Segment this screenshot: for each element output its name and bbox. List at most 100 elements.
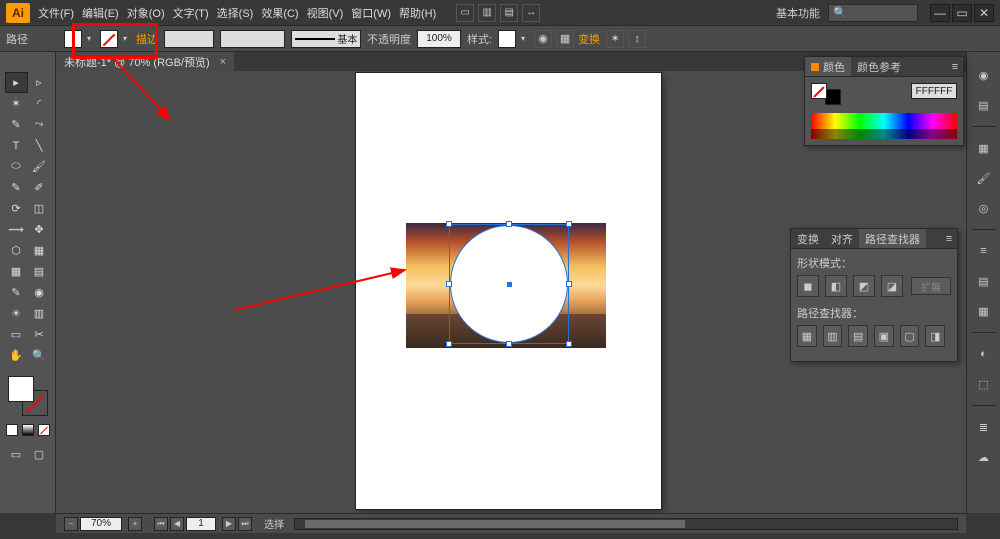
pathfinder-tab-align[interactable]: 对齐 [825,229,859,248]
zoom-in-button[interactable]: + [128,517,142,531]
eyedropper-tool[interactable]: ✎ [5,282,28,303]
shape-builder-tool[interactable]: ⬡ [5,240,28,261]
rotate-tool[interactable]: ⟳ [5,198,28,219]
perspective-grid-tool[interactable]: ▦ [28,240,51,261]
gradient-tool[interactable]: ▤ [28,261,51,282]
pathfinder-flyout-icon[interactable]: ≡ [941,233,957,245]
zoom-tool[interactable]: 🔍 [28,345,51,366]
align-icon[interactable]: ▦ [556,30,574,48]
handle-top-left[interactable] [446,221,452,227]
paintbrush-tool[interactable]: 🖌 [28,156,51,177]
width-tool[interactable]: ⟿ [5,219,28,240]
zoom-level-input[interactable]: 70% [80,517,122,531]
gradient-mode-swatch[interactable] [22,424,34,436]
recolor-artwork-icon[interactable]: ◉ [534,30,552,48]
artboard-number-input[interactable]: 1 [186,517,216,531]
graphic-styles-panel-icon[interactable]: ⬚ [972,372,996,396]
zoom-out-button[interactable]: − [64,517,78,531]
symbol-sprayer-tool[interactable]: ☀ [5,303,28,324]
stroke-swatch-none[interactable] [100,30,118,48]
line-tool[interactable]: ╲ [28,135,51,156]
cc-libraries-icon[interactable]: ☁ [972,445,996,469]
color-panel-tab-color[interactable]: 颜色 [805,57,851,76]
fill-stroke-control[interactable] [8,376,48,416]
crop-button[interactable]: ▣ [874,325,894,347]
center-anchor[interactable] [507,282,512,287]
window-minimize-button[interactable]: — [930,4,950,22]
menu-window[interactable]: 窗口(W) [351,5,391,21]
handle-top-middle[interactable] [506,221,512,227]
handle-bottom-right[interactable] [566,341,572,347]
hand-tool[interactable]: ✋ [5,345,28,366]
selection-bounding-box[interactable] [449,224,569,344]
transform-label[interactable]: 变换 [578,31,600,47]
workspace-switcher[interactable]: 基本功能 [776,5,820,21]
color-hex-input[interactable]: FFFFFF [911,83,957,99]
menu-help[interactable]: 帮助(H) [399,5,436,21]
brushes-panel-icon[interactable]: 🖌 [972,166,996,190]
window-close-button[interactable]: ✕ [974,4,994,22]
trim-button[interactable]: ▥ [823,325,843,347]
pencil-tool[interactable]: ✎ [5,177,28,198]
color-panel-fillstroke[interactable] [811,83,841,105]
brush-definition-combo[interactable]: 基本 [291,30,361,48]
slice-tool[interactable]: ✂ [28,324,51,345]
color-panel-flyout-icon[interactable]: ≡ [947,61,963,73]
handle-bottom-middle[interactable] [506,341,512,347]
lasso-tool[interactable]: ◜ [28,93,51,114]
color-panel-icon[interactable]: ◉ [972,63,996,87]
pathfinder-tab-transform[interactable]: 变换 [791,229,825,248]
menubar-icon-3[interactable]: ▤ [500,4,518,22]
variable-width-profile-combo[interactable] [220,30,285,48]
minus-back-button[interactable]: ◨ [925,325,945,347]
stroke-dropdown-icon[interactable]: ▾ [120,30,130,48]
menu-file[interactable]: 文件(F) [38,5,74,21]
menu-edit[interactable]: 编辑(E) [82,5,119,21]
color-guide-panel-icon[interactable]: ▤ [972,93,996,117]
handle-middle-left[interactable] [446,281,452,287]
isolate-icon[interactable]: ✶ [606,30,624,48]
color-panel-stroke-box[interactable] [825,89,841,105]
merge-button[interactable]: ▤ [848,325,868,347]
blend-tool[interactable]: ◉ [28,282,51,303]
document-tab[interactable]: 未标题-1* @ 70% (RGB/预览) × [56,52,234,71]
artboard-tool[interactable]: ▭ [5,324,28,345]
intersect-button[interactable]: ◩ [853,275,875,297]
stroke-label[interactable]: 描边 [136,31,158,47]
scale-tool[interactable]: ◫ [28,198,51,219]
menubar-icon-2[interactable]: ▥ [478,4,496,22]
divide-button[interactable]: ▦ [797,325,817,347]
menubar-icon-4[interactable]: ↔ [522,4,540,22]
unite-button[interactable]: ◼ [797,275,819,297]
exclude-button[interactable]: ◪ [881,275,903,297]
style-dropdown-icon[interactable]: ▾ [518,30,528,48]
window-maximize-button[interactable]: ▭ [952,4,972,22]
screen-mode[interactable]: ▢ [28,444,51,465]
arrange-icon[interactable]: ↕ [628,30,646,48]
free-transform-tool[interactable]: ✥ [28,219,51,240]
pathfinder-tab-pathfinder[interactable]: 路径查找器 [859,229,926,248]
symbols-panel-icon[interactable]: ◎ [972,196,996,220]
fill-color-box[interactable] [8,376,34,402]
transparency-panel-icon[interactable]: ▦ [972,299,996,323]
direct-selection-tool[interactable]: ▹ [28,72,51,93]
selection-tool[interactable]: ▸ [5,72,28,93]
menu-type[interactable]: 文字(T) [173,5,209,21]
artboard-prev-button[interactable]: ◀ [170,517,184,531]
artboard-next-button[interactable]: ▶ [222,517,236,531]
handle-middle-right[interactable] [566,281,572,287]
color-spectrum-dark[interactable] [811,129,957,139]
horizontal-scrollbar[interactable] [294,518,958,530]
layers-panel-icon[interactable]: ≣ [972,415,996,439]
color-mode-swatch[interactable] [6,424,18,436]
none-mode-swatch[interactable] [38,424,50,436]
outline-button[interactable]: ▢ [900,325,920,347]
draw-mode-normal[interactable]: ▭ [5,444,28,465]
stroke-panel-icon[interactable]: ≡ [972,239,996,263]
gradient-panel-icon[interactable]: ▤ [972,269,996,293]
opacity-input[interactable]: 100% [417,30,461,48]
expand-button[interactable]: 扩展 [911,277,951,295]
scrollbar-thumb[interactable] [305,520,685,528]
search-input[interactable]: 🔍 [828,4,918,22]
swatches-panel-icon[interactable]: ▦ [972,136,996,160]
